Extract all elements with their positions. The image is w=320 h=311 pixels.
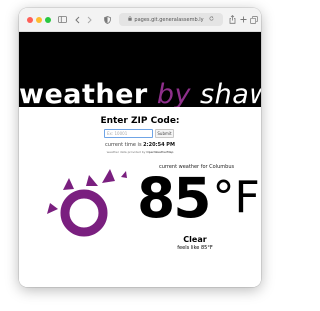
browser-window: pages.git.generalassemb.ly weather by sh… bbox=[19, 8, 261, 287]
data-credit: weather data provided by OpenWeatherMap bbox=[19, 150, 261, 154]
submit-button[interactable]: Submit bbox=[155, 129, 174, 138]
close-window-button[interactable] bbox=[27, 17, 33, 23]
tab-overview-icon[interactable] bbox=[250, 14, 258, 25]
address-bar[interactable]: pages.git.generalassemb.ly bbox=[119, 13, 223, 26]
feels-like-text: feels like 85°F bbox=[177, 245, 213, 251]
new-tab-icon[interactable] bbox=[239, 14, 247, 25]
minimize-window-button[interactable] bbox=[36, 17, 42, 23]
share-icon[interactable] bbox=[228, 14, 236, 25]
temperature-value: 85 bbox=[137, 166, 212, 230]
sun-disc bbox=[60, 189, 108, 237]
sidebar-icon[interactable] bbox=[57, 14, 67, 25]
temperature-display: 85 °F bbox=[137, 170, 260, 226]
browser-toolbar: pages.git.generalassemb.ly bbox=[19, 8, 261, 32]
page-content: weather by shawn Enter ZIP Code: Ex: 100… bbox=[19, 32, 261, 287]
credit-source: OpenWeatherMap bbox=[146, 150, 174, 154]
url-text: pages.git.generalassemb.ly bbox=[134, 16, 204, 23]
title-name: shawn bbox=[200, 79, 261, 107]
back-icon[interactable] bbox=[73, 14, 81, 25]
zip-label: Enter ZIP Code: bbox=[100, 116, 180, 126]
zip-input[interactable]: Ex: 10001 bbox=[104, 129, 153, 138]
current-time: current time is 2:20:54 PM bbox=[19, 142, 261, 148]
time-value: 2:20:54 PM bbox=[143, 142, 175, 148]
title-by: by bbox=[156, 79, 191, 107]
hero-banner: weather by shawn bbox=[19, 32, 261, 107]
temperature-unit: °F bbox=[212, 172, 260, 223]
title-weather: weather bbox=[19, 79, 148, 107]
credit-prefix: weather data provided by bbox=[106, 150, 146, 154]
refresh-icon[interactable] bbox=[209, 16, 214, 23]
condition-text: Clear bbox=[183, 235, 207, 244]
lock-icon bbox=[128, 16, 133, 23]
sun-icon bbox=[36, 159, 132, 259]
maximize-window-button[interactable] bbox=[45, 17, 51, 23]
site-title: weather by shawn bbox=[19, 81, 261, 107]
privacy-shield-icon[interactable] bbox=[103, 14, 111, 25]
forward-icon[interactable] bbox=[85, 14, 93, 25]
zip-placeholder: Ex: 10001 bbox=[107, 131, 128, 136]
time-prefix: current time is bbox=[105, 142, 142, 148]
zip-form: Ex: 10001 Submit bbox=[104, 129, 174, 138]
